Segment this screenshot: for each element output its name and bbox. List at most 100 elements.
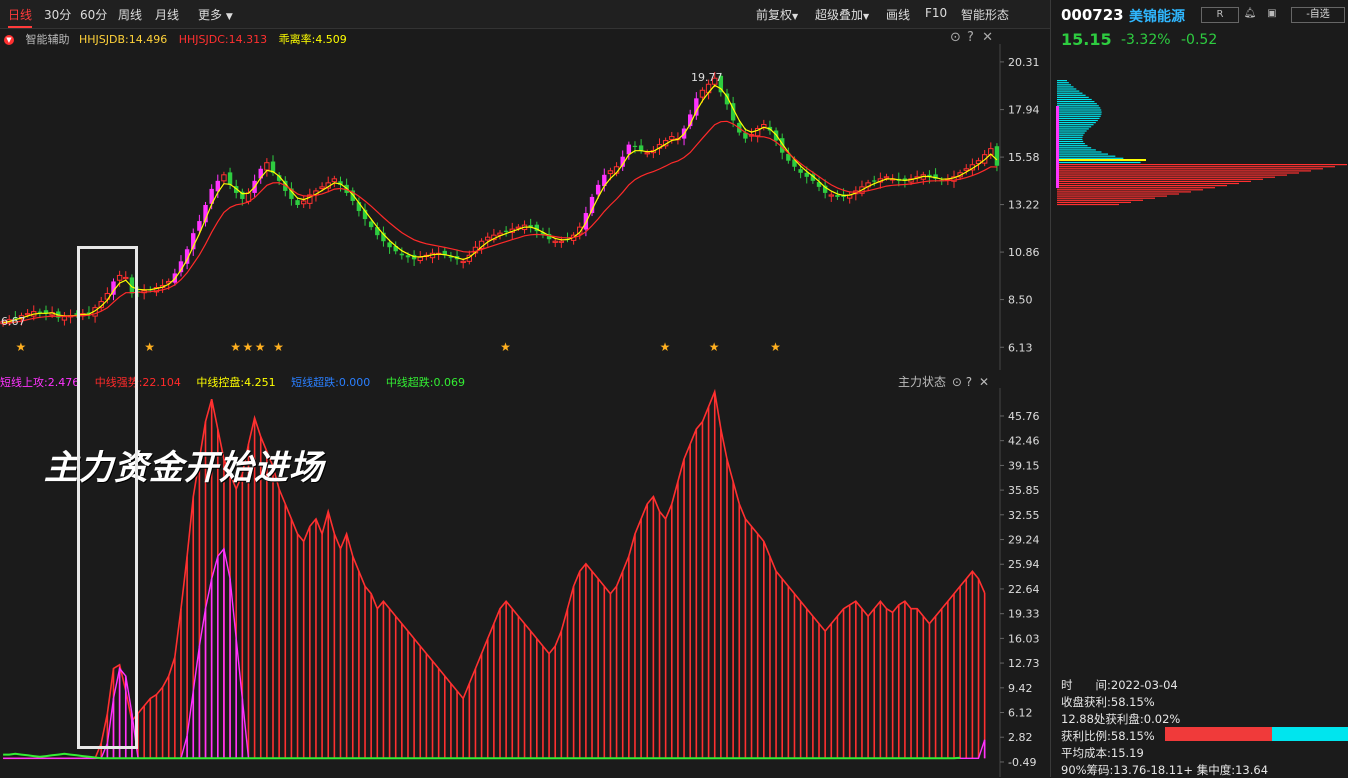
help-icon[interactable]: ? [967,30,974,45]
tab-weekly[interactable]: 周线 [118,6,142,23]
f10-button[interactable]: F10 [925,6,947,20]
settings-icon[interactable]: ⊙ [950,30,961,45]
signal-star-icon: ★ [660,340,671,354]
candle-body [387,242,392,248]
y-tick-label: 17.94 [1008,104,1040,117]
candle-body [883,176,890,179]
y-tick-label: 12.73 [1008,657,1040,670]
chip-bar [1057,157,1124,159]
tab-30min[interactable]: 30分 [44,6,71,23]
current-price-marker [1056,106,1059,188]
candle-body [558,240,565,243]
chip-bar [1057,145,1088,147]
draw-button[interactable]: 画线 [886,6,910,23]
ma-line-hhjsjdb [2,84,998,324]
y-tick-label: 8.50 [1008,294,1033,307]
add-watchlist-button[interactable]: -自选 [1291,7,1345,23]
chip-bar [1057,155,1116,157]
signal-star-icon: ★ [770,340,781,354]
candle-body [319,186,325,189]
tab-daily[interactable]: 日线 [8,6,33,28]
chip-bar [1057,189,1203,191]
chip-bar [1057,84,1072,86]
price-panel-controls: ⊙ ? ✕ [950,30,993,45]
chip-bar [1057,119,1098,122]
more-menu[interactable]: 更多 ▼ [198,6,233,23]
chip-bar [1057,103,1097,105]
candle-body [798,169,803,173]
chip-bar [1057,128,1089,130]
chip-bar [1057,168,1323,170]
chip-bar [1057,195,1167,197]
close-icon[interactable]: ✕ [982,30,993,45]
chip-bar [1057,105,1099,107]
y-tick-label: 19.33 [1008,608,1040,621]
candle-body [331,178,338,183]
overlay-menu[interactable]: 超级叠加▼ [815,6,869,23]
chip-bar [1057,126,1092,128]
chip-bar [1057,94,1086,96]
y-tick-label: 6.13 [1008,341,1033,354]
chip-bar [1057,124,1094,126]
tab-60min[interactable]: 60分 [80,6,107,23]
chip-bar [1057,180,1251,182]
highlight-box [77,246,138,749]
chip-bar [1057,153,1109,155]
candle-body [644,152,650,155]
note-icon[interactable]: ▣ [1265,7,1279,21]
chip-bar [1057,172,1299,174]
chip-bar [1057,187,1215,189]
stock-code: 000723 [1061,6,1124,24]
candle-body [61,316,68,321]
chip-bar [1057,101,1095,103]
chip-profit: 收盘获利:58.15% [1061,695,1155,709]
y-tick-label: 10.86 [1008,246,1040,259]
chip-bar [1057,86,1074,88]
y-tick-label: 35.85 [1008,484,1040,497]
chip-bar [1057,143,1085,145]
candle-body [669,136,675,140]
more-label: 更多 [198,8,223,22]
high-label: 19.77 [691,71,723,84]
chip-bar [1057,96,1089,98]
chip-bar [1057,149,1096,151]
signal-star-icon: ★ [230,340,241,354]
help-icon[interactable]: ? [966,375,972,389]
chip-bar [1057,107,1101,109]
candle-body [24,313,31,316]
adjust-menu[interactable]: 前复权▼ [756,6,798,23]
candle-body [994,146,1000,166]
y-tick-label: 42.46 [1008,435,1040,448]
chip-bar [1057,98,1092,101]
y-tick-label: 13.22 [1008,199,1040,212]
candle-body [503,230,509,232]
settings-icon[interactable]: ⊙ [952,375,962,389]
chip-bar [1057,90,1080,92]
candle-body [405,255,411,258]
candle-body [694,98,699,116]
ratio-bar [1165,727,1348,741]
candle-body [264,162,270,171]
signal-star-icon: ★ [500,340,511,354]
price-chart[interactable]: 20.3117.9415.5813.2210.868.506.13★ ★ ★ ★ ★ ★ ★… [0,44,1050,370]
y-tick-label: 9.42 [1008,682,1033,695]
chip-bar [1057,147,1092,149]
low-label: 6.67 [1,315,26,328]
y-tick-label: 15.58 [1008,151,1040,164]
chip-bar [1057,151,1102,153]
chip-bar [1057,80,1067,82]
chip-bar [1057,161,1141,164]
close-icon[interactable]: ✕ [979,375,989,389]
indicator-panel-name: 主力状态 [898,375,947,389]
chip-bar [1057,130,1087,132]
y-tick-label: 45.76 [1008,410,1040,423]
r-badge: R [1201,7,1239,23]
candle-body [221,174,227,182]
tab-monthly[interactable]: 月线 [155,6,179,23]
signal-star-icon: ★ [15,340,26,354]
chip-bar [1057,203,1119,206]
caret-down-icon: ▼ [225,12,233,22]
smart-pattern-button[interactable]: 智能形态 [961,6,1009,23]
chip-distribution [1056,80,1347,206]
bell-icon[interactable]: 🔔︎ [1243,7,1257,21]
